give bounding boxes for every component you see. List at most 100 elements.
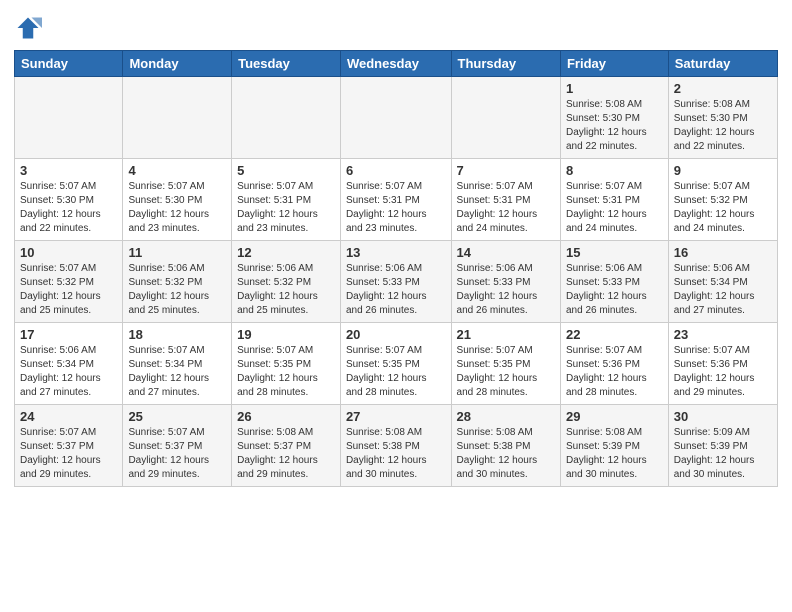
calendar-cell: 1 Sunrise: 5:08 AM Sunset: 5:30 PM Daylig… bbox=[560, 77, 668, 159]
day-info: Sunrise: 5:07 AM Sunset: 5:34 PM Dayligh… bbox=[128, 344, 226, 400]
calendar-cell bbox=[451, 77, 560, 159]
day-number: 2 bbox=[674, 81, 772, 96]
calendar-cell: 12Sunrise: 5:06 AM Sunset: 5:32 PM Dayli… bbox=[232, 241, 341, 323]
day-info: Sunrise: 5:06 AM Sunset: 5:33 PM Dayligh… bbox=[566, 262, 663, 318]
day-header-tuesday: Tuesday bbox=[232, 51, 341, 77]
calendar-cell: 14 Sunrise: 5:06 AM Sunset: 5:33 PM Dayli… bbox=[451, 241, 560, 323]
header bbox=[14, 10, 778, 42]
day-info: Sunrise: 5:07 AM Sunset: 5:36 PM Dayligh… bbox=[566, 344, 663, 400]
calendar-cell: 4 Sunrise: 5:07 AM Sunset: 5:30 PM Daylig… bbox=[123, 159, 232, 241]
day-info: Sunrise: 5:08 AM Sunset: 5:37 PM Dayligh… bbox=[237, 426, 335, 482]
day-header-friday: Friday bbox=[560, 51, 668, 77]
day-info: Sunrise: 5:08 AM Sunset: 5:39 PM Dayligh… bbox=[566, 426, 663, 482]
day-number: 24 bbox=[20, 409, 117, 424]
day-number: 7 bbox=[457, 163, 555, 178]
calendar-cell: 13 Sunrise: 5:06 AM Sunset: 5:33 PM Dayli… bbox=[340, 241, 451, 323]
calendar-week-row: 10 Sunrise: 5:07 AM Sunset: 5:32 PM Dayli… bbox=[15, 241, 778, 323]
calendar-cell: 27 Sunrise: 5:08 AM Sunset: 5:38 PM Dayli… bbox=[340, 405, 451, 487]
calendar-cell: 28Sunrise: 5:08 AM Sunset: 5:38 PM Dayli… bbox=[451, 405, 560, 487]
day-number: 10 bbox=[20, 245, 117, 260]
calendar-cell: 17 Sunrise: 5:06 AM Sunset: 5:34 PM Dayli… bbox=[15, 323, 123, 405]
day-info: Sunrise: 5:08 AM Sunset: 5:30 PM Dayligh… bbox=[566, 98, 663, 154]
day-number: 18 bbox=[128, 327, 226, 342]
calendar-header-row: SundayMondayTuesdayWednesdayThursdayFrid… bbox=[15, 51, 778, 77]
calendar-cell: 21 Sunrise: 5:07 AM Sunset: 5:35 PM Dayli… bbox=[451, 323, 560, 405]
calendar-cell: 23 Sunrise: 5:07 AM Sunset: 5:36 PM Dayli… bbox=[668, 323, 777, 405]
day-number: 3 bbox=[20, 163, 117, 178]
calendar-cell: 11 Sunrise: 5:06 AM Sunset: 5:32 PM Dayli… bbox=[123, 241, 232, 323]
day-number: 12 bbox=[237, 245, 335, 260]
day-info: Sunrise: 5:06 AM Sunset: 5:34 PM Dayligh… bbox=[20, 344, 117, 400]
day-header-thursday: Thursday bbox=[451, 51, 560, 77]
calendar-cell bbox=[340, 77, 451, 159]
day-info: Sunrise: 5:07 AM Sunset: 5:30 PM Dayligh… bbox=[128, 180, 226, 236]
day-info: Sunrise: 5:07 AM Sunset: 5:35 PM Dayligh… bbox=[457, 344, 555, 400]
day-header-monday: Monday bbox=[123, 51, 232, 77]
day-number: 17 bbox=[20, 327, 117, 342]
calendar-cell: 18 Sunrise: 5:07 AM Sunset: 5:34 PM Dayli… bbox=[123, 323, 232, 405]
day-number: 25 bbox=[128, 409, 226, 424]
day-number: 13 bbox=[346, 245, 446, 260]
calendar-cell: 2Sunrise: 5:08 AM Sunset: 5:30 PM Daylig… bbox=[668, 77, 777, 159]
calendar-cell: 8 Sunrise: 5:07 AM Sunset: 5:31 PM Daylig… bbox=[560, 159, 668, 241]
day-info: Sunrise: 5:07 AM Sunset: 5:31 PM Dayligh… bbox=[237, 180, 335, 236]
calendar-week-row: 3 Sunrise: 5:07 AM Sunset: 5:30 PM Daylig… bbox=[15, 159, 778, 241]
day-header-wednesday: Wednesday bbox=[340, 51, 451, 77]
day-number: 4 bbox=[128, 163, 226, 178]
calendar-cell: 25 Sunrise: 5:07 AM Sunset: 5:37 PM Dayli… bbox=[123, 405, 232, 487]
day-info: Sunrise: 5:07 AM Sunset: 5:31 PM Dayligh… bbox=[566, 180, 663, 236]
day-number: 26 bbox=[237, 409, 335, 424]
day-info: Sunrise: 5:08 AM Sunset: 5:38 PM Dayligh… bbox=[346, 426, 446, 482]
day-info: Sunrise: 5:06 AM Sunset: 5:32 PM Dayligh… bbox=[128, 262, 226, 318]
day-info: Sunrise: 5:07 AM Sunset: 5:31 PM Dayligh… bbox=[457, 180, 555, 236]
day-info: Sunrise: 5:07 AM Sunset: 5:32 PM Dayligh… bbox=[674, 180, 772, 236]
day-info: Sunrise: 5:06 AM Sunset: 5:33 PM Dayligh… bbox=[457, 262, 555, 318]
day-number: 21 bbox=[457, 327, 555, 342]
calendar-cell: 22 Sunrise: 5:07 AM Sunset: 5:36 PM Dayli… bbox=[560, 323, 668, 405]
page: SundayMondayTuesdayWednesdayThursdayFrid… bbox=[0, 0, 792, 501]
day-number: 5 bbox=[237, 163, 335, 178]
calendar-cell: 5 Sunrise: 5:07 AM Sunset: 5:31 PM Daylig… bbox=[232, 159, 341, 241]
day-info: Sunrise: 5:06 AM Sunset: 5:33 PM Dayligh… bbox=[346, 262, 446, 318]
day-number: 20 bbox=[346, 327, 446, 342]
day-number: 11 bbox=[128, 245, 226, 260]
calendar-cell: 7 Sunrise: 5:07 AM Sunset: 5:31 PM Daylig… bbox=[451, 159, 560, 241]
day-info: Sunrise: 5:07 AM Sunset: 5:31 PM Dayligh… bbox=[346, 180, 446, 236]
calendar-cell: 16Sunrise: 5:06 AM Sunset: 5:34 PM Dayli… bbox=[668, 241, 777, 323]
day-number: 22 bbox=[566, 327, 663, 342]
day-info: Sunrise: 5:07 AM Sunset: 5:36 PM Dayligh… bbox=[674, 344, 772, 400]
day-info: Sunrise: 5:07 AM Sunset: 5:35 PM Dayligh… bbox=[346, 344, 446, 400]
day-number: 23 bbox=[674, 327, 772, 342]
logo bbox=[14, 14, 46, 42]
day-number: 1 bbox=[566, 81, 663, 96]
calendar-cell: 24 Sunrise: 5:07 AM Sunset: 5:37 PM Dayli… bbox=[15, 405, 123, 487]
calendar-cell: 3 Sunrise: 5:07 AM Sunset: 5:30 PM Daylig… bbox=[15, 159, 123, 241]
day-number: 27 bbox=[346, 409, 446, 424]
calendar-cell: 6Sunrise: 5:07 AM Sunset: 5:31 PM Daylig… bbox=[340, 159, 451, 241]
calendar-cell: 9 Sunrise: 5:07 AM Sunset: 5:32 PM Daylig… bbox=[668, 159, 777, 241]
calendar-cell: 29Sunrise: 5:08 AM Sunset: 5:39 PM Dayli… bbox=[560, 405, 668, 487]
day-info: Sunrise: 5:07 AM Sunset: 5:37 PM Dayligh… bbox=[20, 426, 117, 482]
calendar-week-row: 24 Sunrise: 5:07 AM Sunset: 5:37 PM Dayli… bbox=[15, 405, 778, 487]
logo-icon bbox=[14, 14, 42, 42]
day-number: 14 bbox=[457, 245, 555, 260]
calendar-cell: 10 Sunrise: 5:07 AM Sunset: 5:32 PM Dayli… bbox=[15, 241, 123, 323]
calendar-cell bbox=[232, 77, 341, 159]
day-number: 8 bbox=[566, 163, 663, 178]
day-info: Sunrise: 5:07 AM Sunset: 5:37 PM Dayligh… bbox=[128, 426, 226, 482]
day-header-saturday: Saturday bbox=[668, 51, 777, 77]
calendar-cell: 19Sunrise: 5:07 AM Sunset: 5:35 PM Dayli… bbox=[232, 323, 341, 405]
day-info: Sunrise: 5:07 AM Sunset: 5:32 PM Dayligh… bbox=[20, 262, 117, 318]
calendar-cell: 15 Sunrise: 5:06 AM Sunset: 5:33 PM Dayli… bbox=[560, 241, 668, 323]
day-info: Sunrise: 5:09 AM Sunset: 5:39 PM Dayligh… bbox=[674, 426, 772, 482]
day-info: Sunrise: 5:06 AM Sunset: 5:34 PM Dayligh… bbox=[674, 262, 772, 318]
calendar-table: SundayMondayTuesdayWednesdayThursdayFrid… bbox=[14, 50, 778, 487]
day-number: 9 bbox=[674, 163, 772, 178]
calendar-cell: 26 Sunrise: 5:08 AM Sunset: 5:37 PM Dayli… bbox=[232, 405, 341, 487]
day-number: 15 bbox=[566, 245, 663, 260]
day-info: Sunrise: 5:08 AM Sunset: 5:38 PM Dayligh… bbox=[457, 426, 555, 482]
calendar-week-row: 1 Sunrise: 5:08 AM Sunset: 5:30 PM Daylig… bbox=[15, 77, 778, 159]
day-info: Sunrise: 5:07 AM Sunset: 5:30 PM Dayligh… bbox=[20, 180, 117, 236]
calendar-cell bbox=[123, 77, 232, 159]
day-number: 19 bbox=[237, 327, 335, 342]
